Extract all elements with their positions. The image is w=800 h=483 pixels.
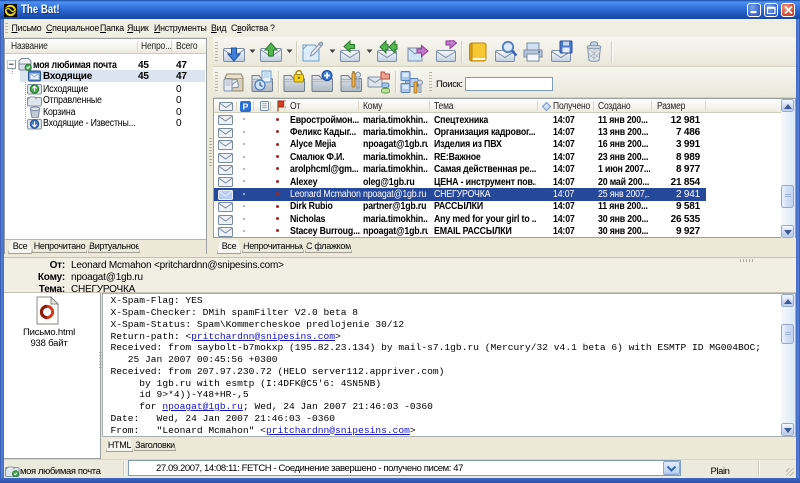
svg-text:P: P bbox=[243, 102, 249, 112]
